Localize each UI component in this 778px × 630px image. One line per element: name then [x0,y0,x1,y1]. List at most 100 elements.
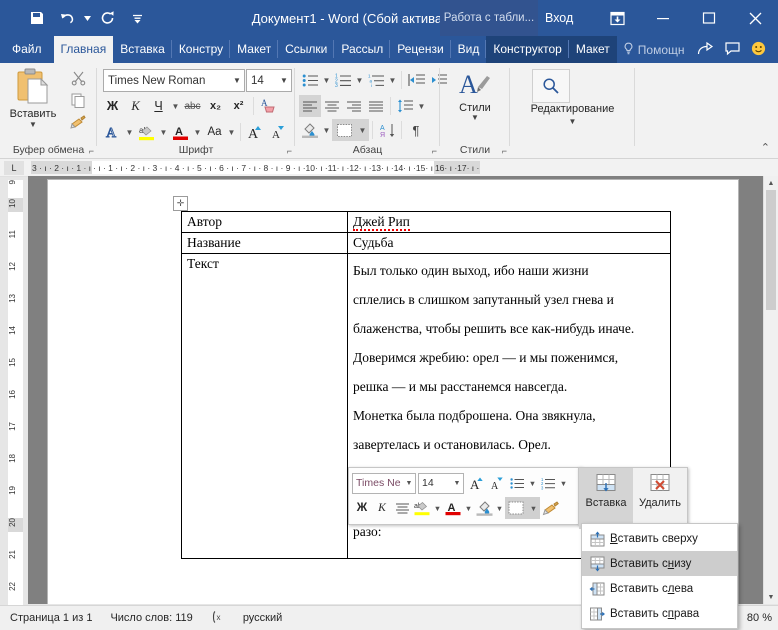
underline-dropdown-icon[interactable]: ▼ [170,95,181,118]
comments-icon[interactable] [724,41,741,59]
multilevel-list-button[interactable]: 1ai [365,69,387,91]
text-effects-button[interactable]: A [101,121,124,144]
change-case-button[interactable]: Aa [203,121,226,144]
grow-font-button[interactable]: A [244,121,267,144]
mini-grow-font-button[interactable]: A [467,472,487,494]
mini-italic-button[interactable]: К [372,497,392,519]
scroll-down-icon[interactable]: ▼ [764,590,778,604]
chevron-down-icon[interactable]: ▼ [29,120,37,129]
shading-button[interactable] [299,119,321,141]
align-center-button[interactable] [321,95,343,117]
mini-bullets-dropdown-icon[interactable]: ▼ [527,472,538,494]
horizontal-ruler-strip[interactable]: 3 · ı · 2 · ı · 1 · ı · ı · 1 · ı · 2 · … [31,161,771,174]
line-spacing-button[interactable] [394,95,416,117]
close-icon[interactable] [732,0,778,36]
undo-dropdown-icon[interactable] [82,3,92,33]
italic-button[interactable]: К [124,95,147,118]
sign-in-button[interactable]: Вход [545,0,573,36]
table-move-handle[interactable]: ✛ [173,196,188,211]
customize-qat-icon[interactable] [122,3,152,33]
paste-button[interactable]: Вставить ▼ [6,67,60,133]
delete-cells-button[interactable]: Удалить [633,468,687,529]
mini-highlight-button[interactable]: ab [412,497,432,519]
minimize-icon[interactable] [640,0,686,36]
clipboard-dialog-launcher[interactable]: ⌐ [89,146,94,156]
clear-formatting-button[interactable]: A [257,95,280,118]
text-effects-dropdown-icon[interactable]: ▼ [124,121,135,144]
undo-icon[interactable] [52,3,82,33]
multilevel-dropdown-icon[interactable]: ▼ [387,69,398,91]
mini-format-toolbar[interactable]: Times Ne ▼ 14 ▼ A A ▼ 123 ▼ Ж К ab ▼ A ▼… [348,467,582,525]
shading-dropdown-icon[interactable]: ▼ [321,119,332,141]
highlight-dropdown-icon[interactable]: ▼ [158,121,169,144]
borders-button[interactable] [332,119,356,141]
vertical-ruler[interactable]: 9 10 11 12 13 14 15 16 17 18 19 20 21 22 [8,180,23,605]
line-spacing-dropdown-icon[interactable]: ▼ [416,95,427,117]
mini-bullets-button[interactable] [507,472,527,494]
proofing-icon[interactable]: x [211,610,225,627]
font-name-combobox[interactable]: Times New Roman ▼ [103,69,245,92]
chevron-down-icon[interactable]: ▼ [277,76,291,85]
font-size-combobox[interactable]: 14 ▼ [246,69,292,92]
numbering-button[interactable]: 123 [332,69,354,91]
table-cell-label[interactable]: Название [181,232,348,254]
mini-bold-button[interactable]: Ж [352,497,372,519]
tab-selector-button[interactable]: L [4,161,24,175]
smiley-feedback-icon[interactable] [751,41,766,59]
mini-shrink-font-button[interactable]: A [487,472,507,494]
mini-shading-dropdown-icon[interactable]: ▼ [494,497,505,519]
bullets-dropdown-icon[interactable]: ▼ [321,69,332,91]
mini-align-button[interactable] [392,497,412,519]
chevron-down-icon[interactable]: ▼ [471,113,479,122]
font-color-button[interactable]: A [169,121,192,144]
styles-button[interactable]: A Стили ▼ [447,67,503,137]
paragraph-dialog-launcher[interactable]: ⌐ [432,146,437,156]
font-dialog-launcher[interactable]: ⌐ [287,146,292,156]
table-cell-label[interactable]: Текст [181,253,348,559]
insert-cells-button[interactable]: Вставка [579,468,633,529]
tab-table-layout[interactable]: Макет [569,36,617,63]
mini-highlight-dropdown-icon[interactable]: ▼ [432,497,443,519]
language-indicator[interactable]: русский [243,612,282,624]
chevron-down-icon[interactable]: ▼ [403,480,415,487]
font-color-dropdown-icon[interactable]: ▼ [192,121,203,144]
table-cell-label[interactable]: Автор [181,211,348,233]
format-painter-button[interactable] [64,111,92,133]
share-icon[interactable] [697,41,714,59]
tab-references[interactable]: Ссылки [278,36,335,63]
mini-font-size-combobox[interactable]: 14 ▼ [418,472,464,494]
maximize-icon[interactable] [686,0,732,36]
scrollbar-thumb[interactable] [766,190,776,310]
highlight-button[interactable]: ab [135,121,158,144]
word-count[interactable]: Число слов: 119 [110,612,192,624]
tab-review[interactable]: Рецензи [390,36,451,63]
menu-item-insert-right[interactable]: Вставить справа [582,601,737,626]
tab-home[interactable]: Главная [53,36,114,63]
tab-file[interactable]: Файл [0,36,54,63]
mini-format-painter-button[interactable] [540,497,560,519]
tab-insert[interactable]: Вставка [113,36,172,63]
table-cell-value[interactable]: Судьба [347,232,671,254]
vertical-scrollbar[interactable]: ▲ ▼ [763,176,778,604]
tab-table-design[interactable]: Конструктор [486,36,569,63]
insert-cells-menu[interactable]: Вставить сверху Вставить снизу Вставить … [581,523,738,629]
copy-button[interactable] [64,89,92,111]
underline-button[interactable]: Ч [147,95,170,118]
bold-button[interactable]: Ж [101,95,124,118]
mini-numbering-button[interactable]: 123 [538,472,558,494]
table-row[interactable]: Автор Джей Рип [181,211,671,233]
tab-layout[interactable]: Макет [230,36,279,63]
cut-button[interactable] [64,67,92,89]
table-row[interactable]: Название Судьба [181,232,671,254]
mini-font-name-combobox[interactable]: Times Ne ▼ [352,472,416,494]
collapse-ribbon-button[interactable]: ⌃ [761,141,770,154]
borders-dropdown-icon[interactable]: ▼ [356,119,369,141]
align-right-button[interactable] [343,95,365,117]
menu-item-insert-above[interactable]: Вставить сверху [582,526,737,551]
chevron-down-icon[interactable]: ▼ [230,76,244,85]
mini-shading-button[interactable] [474,497,494,519]
subscript-button[interactable]: x₂ [204,95,227,118]
ribbon-options-icon[interactable] [594,0,640,36]
tab-mailings[interactable]: Рассыл [334,36,391,63]
superscript-button[interactable]: x² [227,95,250,118]
